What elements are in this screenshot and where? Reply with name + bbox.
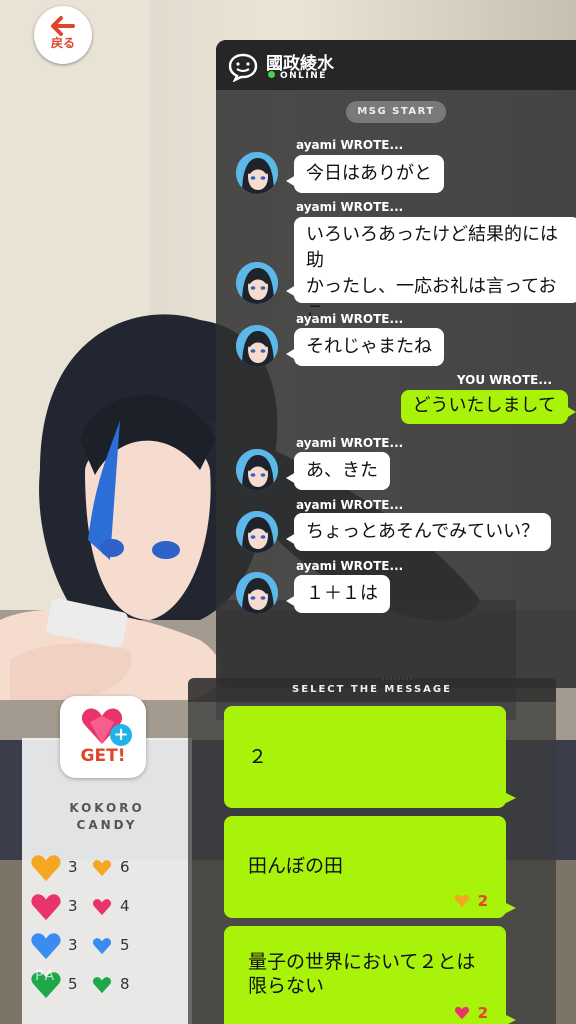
candy-small-count: 8 [120, 975, 130, 993]
avatar [236, 511, 278, 553]
game-screen: 戻る 國政綾水 ONLINE MSG START ayami WROTE... … [0, 0, 576, 1024]
plus-icon: + [110, 724, 132, 746]
select-title: SELECT THE MESSAGE [188, 678, 556, 702]
chat-bubble-icon [228, 53, 258, 82]
pink-heart-small-icon [92, 899, 112, 916]
candy-big-count: 3 [68, 858, 78, 876]
avatar [236, 449, 278, 491]
candy-big-count: 5 [68, 975, 78, 993]
message-bubble-multiline: いろいろあったけど結果的には助 かったし、一応お礼は言っておこ うかなって [286, 217, 576, 349]
green-heart-small-icon [92, 977, 112, 994]
message-bubble: 今日はありがと [286, 155, 444, 193]
avatar [236, 325, 278, 367]
message-line: いろいろあったけど結果的には助 [306, 224, 558, 271]
message-bubble: ちょっとあそんでみていい？ [285, 513, 552, 551]
avatar [236, 572, 278, 614]
back-label: 戻る [50, 36, 75, 50]
candy-small-count: 6 [120, 858, 130, 876]
message-bubble: それじゃまたね [286, 328, 444, 366]
message-author: ayami WROTE... [296, 138, 404, 152]
back-arrow-icon [51, 16, 75, 36]
get-candy-button[interactable]: + GET! [60, 696, 146, 778]
message-author: ayami WROTE... [296, 312, 404, 326]
reply-option-3[interactable]: 量子の世界において２とは 限らない 2 [224, 926, 516, 1024]
candy-row-pink: 3 4 [30, 892, 170, 922]
message-bubble: １＋１は [286, 575, 390, 613]
online-status: ONLINE [268, 71, 327, 81]
message-author-you: YOU WROTE... [456, 373, 552, 387]
candy-big-count: 3 [68, 897, 78, 915]
option-text: ２ [248, 746, 268, 768]
message-author: ayami WROTE... [296, 200, 404, 214]
pink-heart-gem-icon [31, 894, 61, 921]
candy-big-count: 3 [68, 936, 78, 954]
blue-heart-gem-icon [31, 933, 61, 960]
online-dot-icon [268, 71, 275, 78]
message-author: ayami WROTE... [296, 498, 404, 512]
message-author: ayami WROTE... [296, 559, 404, 573]
candy-title: KOKORO CANDY [69, 801, 145, 832]
candy-row-blue: 3 5 [30, 931, 170, 961]
option-cost: 2 [454, 1004, 488, 1022]
partial-footer-text: PA [35, 968, 57, 984]
option-text: 田んぼの田 [248, 855, 344, 877]
orange-heart-small-icon [454, 894, 469, 908]
orange-heart-small-icon [92, 860, 112, 877]
back-button[interactable]: 戻る [34, 6, 92, 64]
chat-panel[interactable]: 國政綾水 ONLINE MSG START ayami WROTE... 今日は… [216, 40, 576, 688]
message-author: ayami WROTE... [296, 436, 404, 450]
pink-heart-small-icon [454, 1006, 469, 1020]
reply-option-2[interactable]: 田んぼの田 2 [224, 816, 516, 918]
avatar [236, 152, 278, 194]
get-label: GET! [80, 746, 126, 766]
reply-option-1[interactable]: ２ [224, 706, 516, 808]
candy-small-count: 4 [120, 897, 130, 915]
candy-row-orange: 3 6 [30, 853, 170, 883]
chat-header: 國政綾水 ONLINE [216, 40, 576, 90]
candy-small-count: 5 [120, 936, 130, 954]
msg-start-badge: MSG START [346, 101, 446, 123]
option-cost: 2 [454, 892, 488, 910]
avatar [236, 262, 278, 304]
blue-heart-small-icon [92, 938, 112, 955]
option-text: 量子の世界において２とは 限らない [248, 951, 476, 997]
select-message-panel: SELECT THE MESSAGE ２ 田んぼの田 2 量子の世界において２と… [188, 678, 556, 1024]
message-bubble: あ、きた [286, 452, 390, 490]
orange-heart-gem-icon [31, 855, 61, 882]
my-message-bubble: どういたしまして [400, 390, 576, 424]
